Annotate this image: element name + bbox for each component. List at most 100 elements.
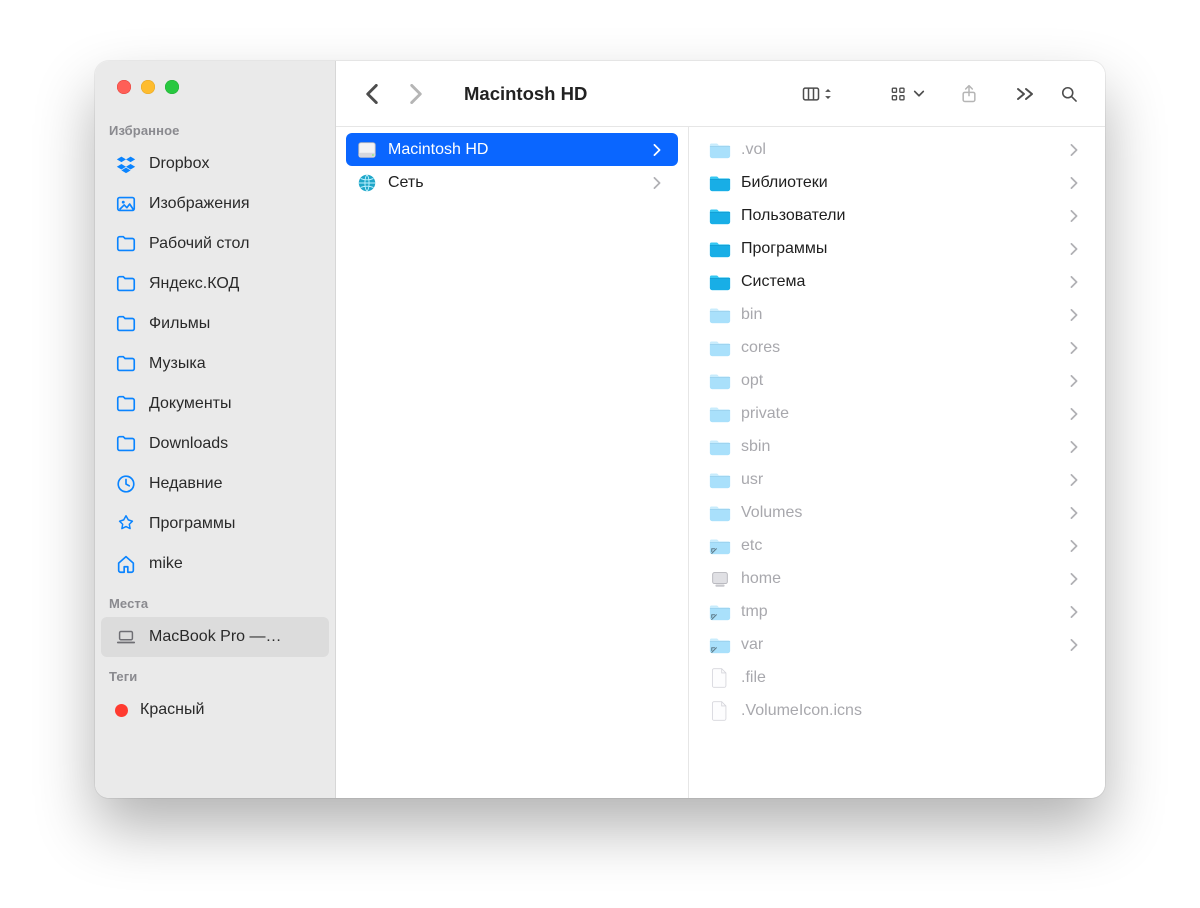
list-item[interactable]: .file <box>699 661 1095 694</box>
laptop-icon <box>115 626 137 648</box>
sidebar-item-recents[interactable]: Недавние <box>101 464 329 504</box>
minimize-icon[interactable] <box>141 80 155 94</box>
list-item[interactable]: tmp <box>699 595 1095 628</box>
sidebar-item-label: Недавние <box>149 475 315 493</box>
sidebar-item-yandex[interactable]: Яндекс.КОД <box>101 264 329 304</box>
sidebar-tag-red[interactable]: Красный <box>101 690 329 730</box>
sidebar-item-label: Рабочий стол <box>149 235 315 253</box>
view-button[interactable] <box>801 76 833 112</box>
list-item[interactable]: sbin <box>699 430 1095 463</box>
list-item[interactable]: home <box>699 562 1095 595</box>
search-button[interactable] <box>1051 76 1087 112</box>
globe-icon <box>356 172 378 194</box>
hd-icon <box>356 139 378 161</box>
folder-icon <box>709 304 731 326</box>
sidebar-item-apps[interactable]: Программы <box>101 504 329 544</box>
list-item[interactable]: opt <box>699 364 1095 397</box>
item-label: private <box>741 405 1059 423</box>
mount-icon <box>709 568 731 590</box>
group-button[interactable] <box>889 76 925 112</box>
sidebar-item-images[interactable]: Изображения <box>101 184 329 224</box>
sidebar-item-label: Красный <box>140 701 315 719</box>
chevron-right-icon <box>1069 176 1083 190</box>
tag-dot-icon <box>115 704 128 717</box>
item-label: .file <box>741 669 1083 687</box>
list-item[interactable]: var <box>699 628 1095 661</box>
images-icon <box>115 193 137 215</box>
folder-icon <box>709 271 731 293</box>
folder-icon <box>709 139 731 161</box>
sidebar-section-favorites: Избранное <box>95 119 335 144</box>
list-item[interactable]: .vol <box>699 133 1095 166</box>
list-item[interactable]: etc <box>699 529 1095 562</box>
sidebar-item-movies[interactable]: Фильмы <box>101 304 329 344</box>
folder-icon <box>709 469 731 491</box>
list-item[interactable]: Volumes <box>699 496 1095 529</box>
home-icon <box>115 553 137 575</box>
sidebar-item-macbook[interactable]: MacBook Pro —… <box>101 617 329 657</box>
sidebar-item-label: Downloads <box>149 435 315 453</box>
item-label: Volumes <box>741 504 1059 522</box>
list-item[interactable]: Пользователи <box>699 199 1095 232</box>
chevron-right-icon <box>1069 605 1083 619</box>
forward-button[interactable] <box>398 76 434 112</box>
main: Macintosh HD <box>336 61 1105 798</box>
chevron-right-icon <box>1069 572 1083 586</box>
list-item[interactable]: private <box>699 397 1095 430</box>
column-devices: Macintosh HDСеть <box>336 127 689 798</box>
share-button[interactable] <box>951 76 987 112</box>
chevron-right-icon <box>1069 374 1083 388</box>
sidebar-item-downloads[interactable]: Downloads <box>101 424 329 464</box>
item-label: .vol <box>741 141 1059 159</box>
list-item[interactable]: .VolumeIcon.icns <box>699 694 1095 727</box>
item-label: Система <box>741 273 1059 291</box>
list-item[interactable]: Система <box>699 265 1095 298</box>
back-button[interactable] <box>354 76 390 112</box>
folder-icon <box>709 634 731 656</box>
sidebar-item-dropbox[interactable]: Dropbox <box>101 144 329 184</box>
item-label: sbin <box>741 438 1059 456</box>
window-title: Macintosh HD <box>464 83 587 105</box>
item-label: bin <box>741 306 1059 324</box>
chevron-right-icon <box>1069 242 1083 256</box>
item-label: Пользователи <box>741 207 1059 225</box>
chevron-right-icon <box>1069 473 1083 487</box>
chevron-right-icon <box>1069 209 1083 223</box>
item-label: .VolumeIcon.icns <box>741 702 1083 720</box>
list-item[interactable]: usr <box>699 463 1095 496</box>
item-label: etc <box>741 537 1059 555</box>
columns-icon <box>801 84 821 104</box>
folder-icon <box>709 370 731 392</box>
sidebar-section-tags: Теги <box>95 665 335 690</box>
folder-icon <box>709 601 731 623</box>
sidebar-item-label: Яндекс.КОД <box>149 275 315 293</box>
file-icon <box>709 700 731 722</box>
sidebar-item-desktop[interactable]: Рабочий стол <box>101 224 329 264</box>
sidebar-item-label: Dropbox <box>149 155 315 173</box>
list-item[interactable]: Сеть <box>346 166 678 199</box>
list-item[interactable]: Библиотеки <box>699 166 1095 199</box>
folder-icon <box>115 393 137 415</box>
sidebar-item-label: MacBook Pro —… <box>149 628 315 646</box>
dropbox-icon <box>115 153 137 175</box>
overflow-button[interactable] <box>1007 76 1043 112</box>
sidebar-item-label: Музыка <box>149 355 315 373</box>
folder-icon <box>709 436 731 458</box>
list-item[interactable]: Macintosh HD <box>346 133 678 166</box>
file-icon <box>709 667 731 689</box>
sidebar-item-music[interactable]: Музыка <box>101 344 329 384</box>
list-item[interactable]: cores <box>699 331 1095 364</box>
sidebar-item-label: Документы <box>149 395 315 413</box>
close-icon[interactable] <box>117 80 131 94</box>
list-item[interactable]: Программы <box>699 232 1095 265</box>
folder-icon <box>115 353 137 375</box>
clock-icon <box>115 473 137 495</box>
chevron-right-icon <box>1069 539 1083 553</box>
chevron-right-icon <box>1069 275 1083 289</box>
chevron-right-icon <box>1069 440 1083 454</box>
sidebar-item-home[interactable]: mike <box>101 544 329 584</box>
list-item[interactable]: bin <box>699 298 1095 331</box>
chevron-right-icon <box>652 143 666 157</box>
zoom-icon[interactable] <box>165 80 179 94</box>
sidebar-item-documents[interactable]: Документы <box>101 384 329 424</box>
